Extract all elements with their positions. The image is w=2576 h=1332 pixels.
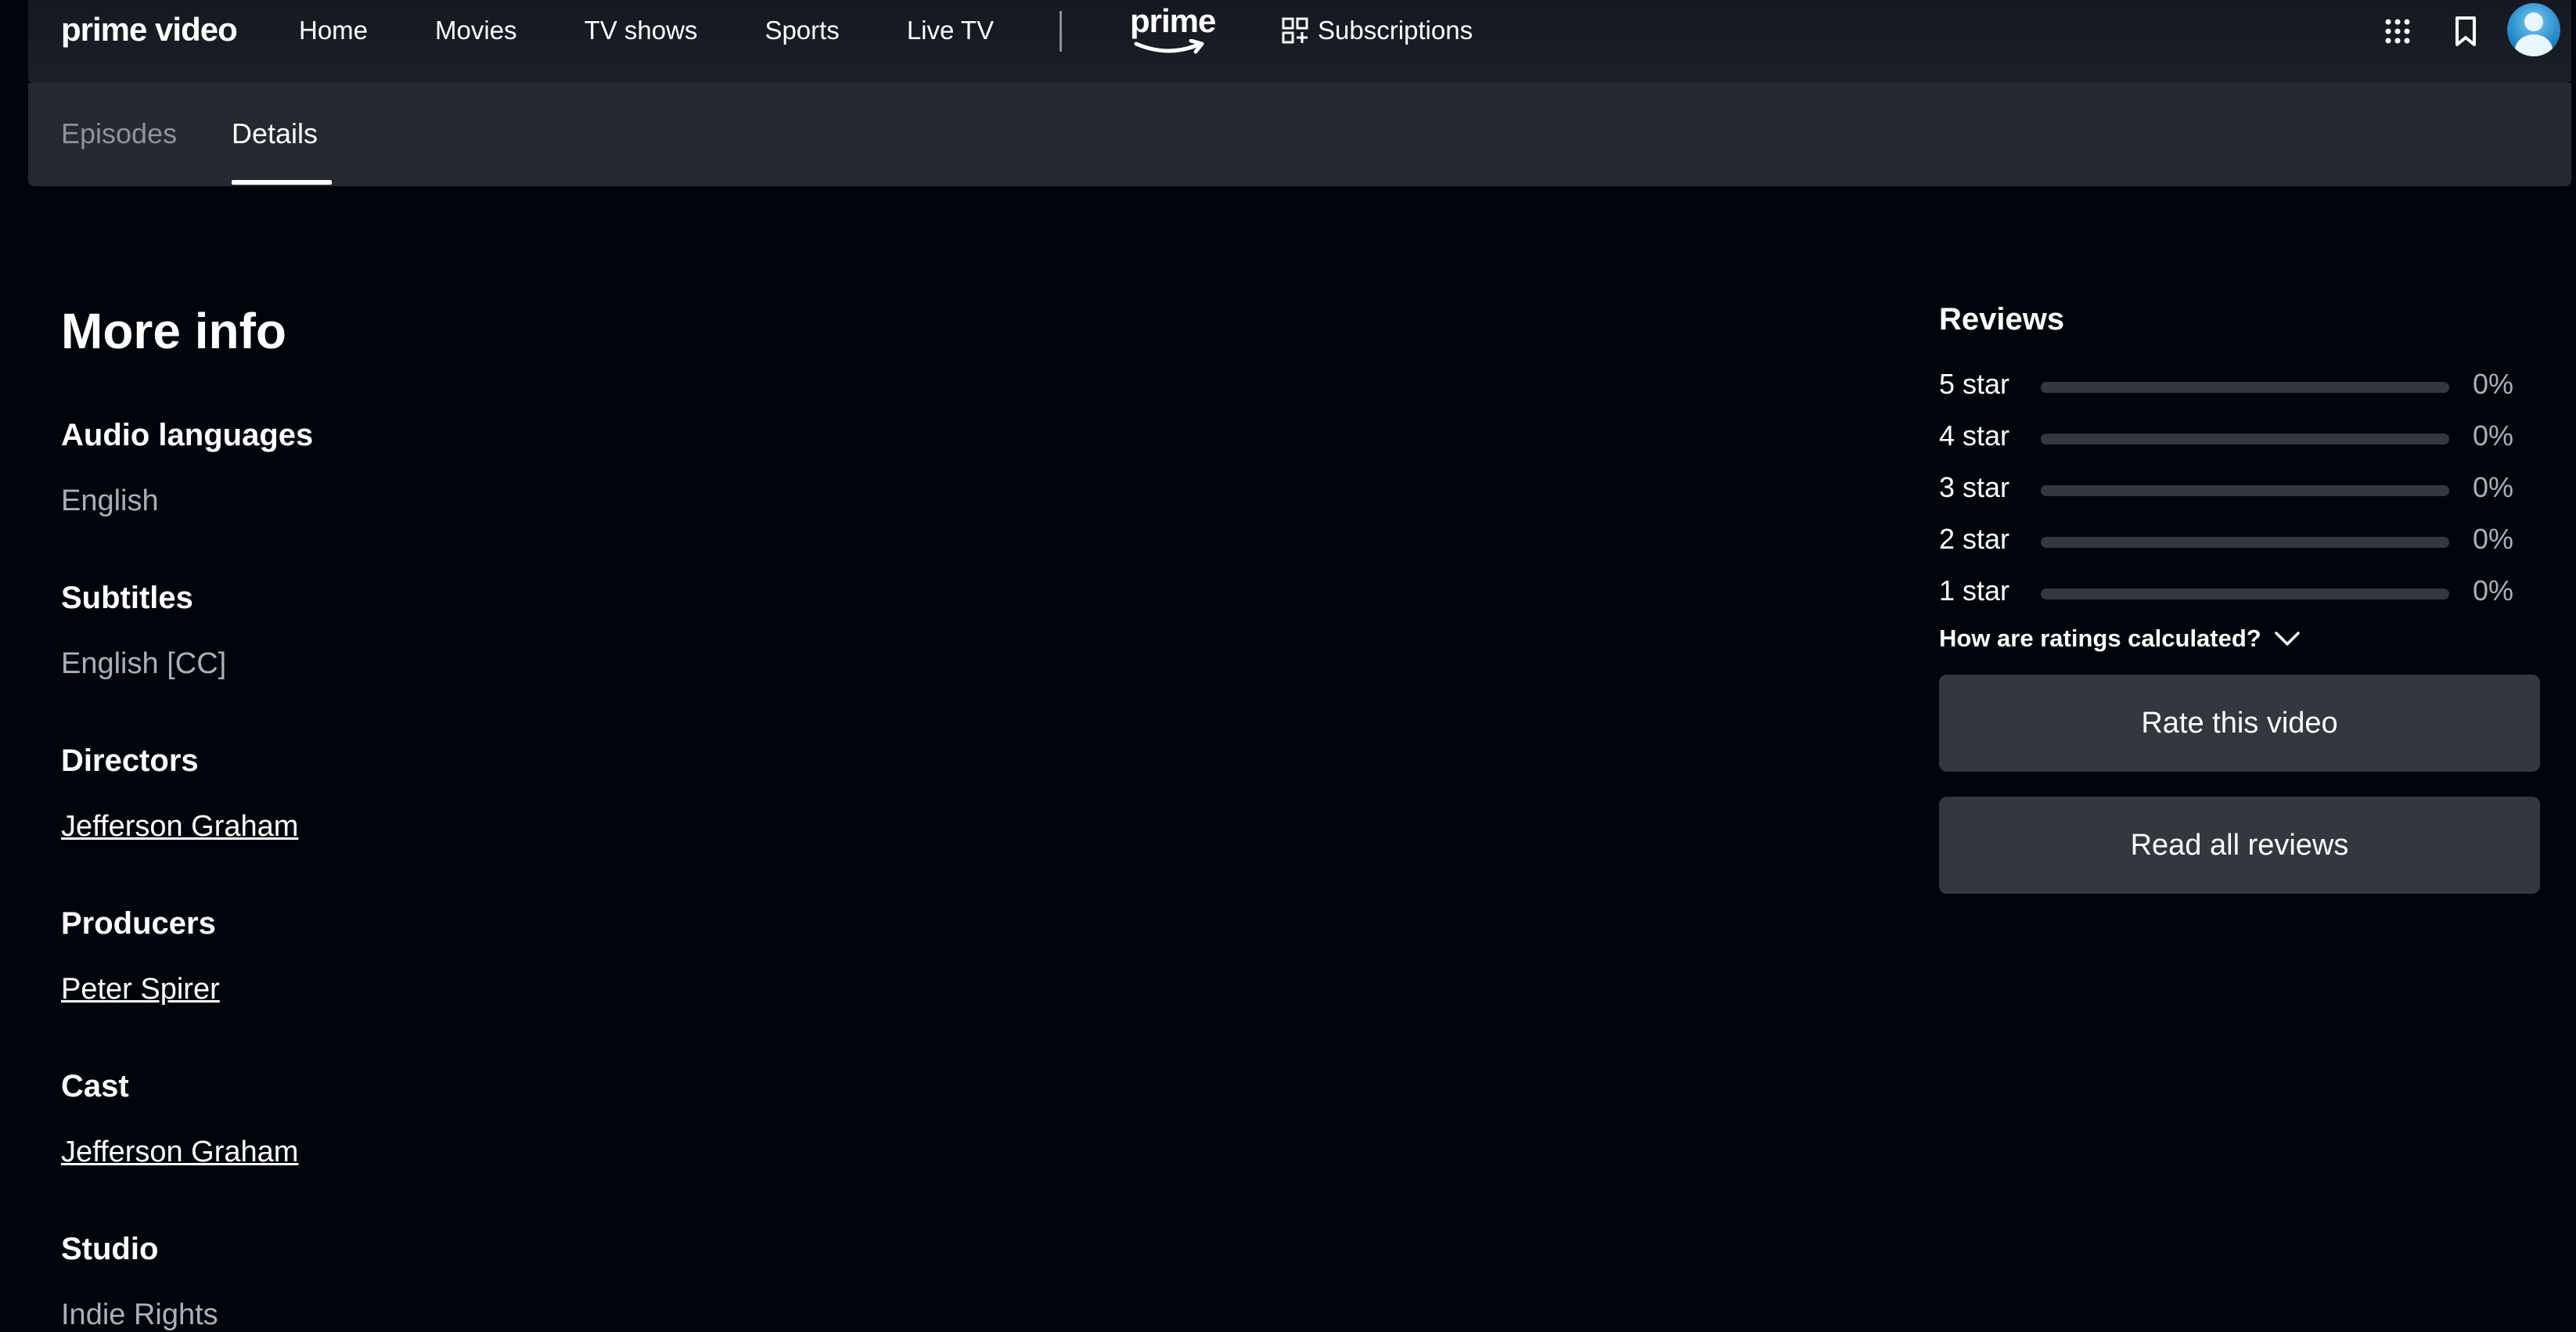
rating-percent: 0%: [2473, 419, 2514, 452]
rating-label: 4 star: [1939, 419, 2010, 452]
subtitles-value: English [CC]: [61, 647, 227, 680]
active-tab-indicator: [232, 180, 332, 185]
rating-row-2-star: 2 star 0%: [1939, 523, 2542, 557]
producers-label: Producers: [61, 906, 216, 941]
prime-video-logo[interactable]: prime video: [61, 11, 238, 49]
how-ratings-calculated-toggle[interactable]: How are ratings calculated?: [1939, 625, 2301, 653]
more-info-section: More info: [61, 302, 286, 360]
audio-languages-label: Audio languages: [61, 418, 314, 452]
subscriptions-grid-icon: [1282, 17, 1308, 44]
rating-percent: 0%: [2473, 523, 2514, 555]
rating-bar: [2041, 537, 2449, 548]
profile-avatar[interactable]: [2507, 3, 2560, 56]
reviews-section: Reviews 5 star 0% 4 star 0% 3 star 0% 2 …: [1939, 302, 2542, 894]
nav-tv-shows[interactable]: TV shows: [585, 16, 698, 45]
director-link[interactable]: Jefferson Graham: [61, 810, 298, 844]
rating-label: 5 star: [1939, 368, 2010, 400]
read-all-reviews-button[interactable]: Read all reviews: [1939, 797, 2540, 894]
studio-block: Studio Indie Rights: [61, 1232, 218, 1332]
prime-badge[interactable]: prime: [1130, 2, 1216, 59]
nav-movies[interactable]: Movies: [435, 16, 517, 45]
detail-tabs-bar: Episodes Details: [28, 83, 2571, 186]
rating-percent: 0%: [2473, 574, 2514, 607]
studio-label: Studio: [61, 1232, 159, 1266]
rate-this-video-button[interactable]: Rate this video: [1939, 675, 2540, 772]
rating-row-3-star: 3 star 0%: [1939, 471, 2542, 506]
rating-label: 1 star: [1939, 574, 2010, 607]
chevron-down-icon: [2274, 632, 2300, 646]
directors-label: Directors: [61, 743, 199, 778]
main-nav: Home Movies TV shows Sports Live TV: [299, 16, 1061, 45]
subtitles-block: Subtitles English [CC]: [61, 581, 226, 681]
cast-member-link[interactable]: Jefferson Graham: [61, 1136, 298, 1169]
tab-episodes[interactable]: Episodes: [61, 117, 177, 150]
rating-row-4-star: 4 star 0%: [1939, 419, 2542, 454]
rating-bar: [2041, 589, 2449, 599]
rating-label: 3 star: [1939, 471, 2010, 503]
audio-languages-block: Audio languages English: [61, 418, 313, 518]
rating-row-5-star: 5 star 0%: [1939, 368, 2542, 402]
rating-row-1-star: 1 star 0%: [1939, 574, 2542, 609]
directors-block: Directors Jefferson Graham: [61, 743, 298, 844]
more-info-title: More info: [61, 303, 286, 359]
rating-bar: [2041, 382, 2449, 393]
rating-bar: [2041, 434, 2449, 445]
tab-details[interactable]: Details: [232, 117, 318, 150]
nav-sports[interactable]: Sports: [765, 16, 839, 45]
how-ratings-calculated-label: How are ratings calculated?: [1939, 625, 2261, 652]
subscriptions-label: Subscriptions: [1318, 16, 1473, 45]
prime-badge-text: prime: [1130, 2, 1216, 39]
nav-live-tv[interactable]: Live TV: [907, 16, 994, 45]
nav-home[interactable]: Home: [299, 16, 368, 45]
cast-label: Cast: [61, 1069, 129, 1103]
watchlist-bookmark-icon[interactable]: [2454, 16, 2477, 47]
cast-block: Cast Jefferson Graham: [61, 1069, 298, 1169]
avatar-head: [2524, 13, 2543, 31]
avatar-body: [2515, 34, 2553, 56]
smile-arrow-icon: [1134, 39, 1204, 54]
top-navigation-bar: prime video Home Movies TV shows Sports …: [28, 0, 2571, 83]
rating-label: 2 star: [1939, 523, 2010, 555]
producer-link[interactable]: Peter Spirer: [61, 973, 220, 1006]
producers-block: Producers Peter Spirer: [61, 906, 220, 1006]
nav-divider: [1060, 11, 1062, 52]
subscriptions-link[interactable]: Subscriptions: [1282, 16, 1473, 45]
rating-percent: 0%: [2473, 471, 2514, 503]
studio-value: Indie Rights: [61, 1298, 218, 1331]
rating-percent: 0%: [2473, 368, 2514, 400]
apps-grid-icon[interactable]: [2385, 19, 2410, 44]
audio-languages-value: English: [61, 484, 159, 517]
reviews-title: Reviews: [1939, 302, 2065, 337]
rating-bar: [2041, 485, 2449, 496]
subtitles-label: Subtitles: [61, 581, 193, 615]
